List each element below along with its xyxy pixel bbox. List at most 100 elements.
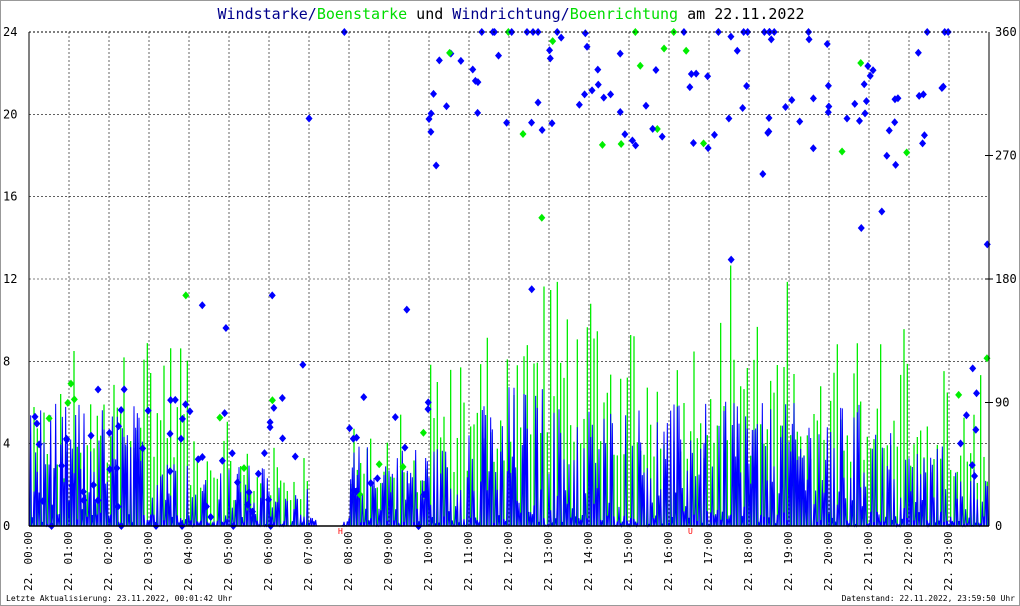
wind-direction-point: [581, 29, 589, 38]
x-tick-label: 22. 22:00: [902, 531, 915, 591]
wind-direction-point: [346, 424, 354, 433]
wind-direction-point: [401, 443, 409, 452]
wind-direction-point: [58, 461, 66, 470]
x-tick-label: 22. 19:00: [782, 531, 795, 591]
wind-direction-point: [260, 449, 268, 458]
x-tick-label: 22. 03:00: [142, 531, 155, 591]
wind-direction-point: [495, 51, 503, 60]
wind-direction-point: [658, 132, 666, 141]
x-tick-label: 22. 14:00: [582, 531, 595, 591]
wind-direction-point: [864, 61, 872, 70]
y-right-tick-label: 0: [995, 519, 1002, 533]
x-tick-label: 22. 20:00: [822, 531, 835, 591]
gust-direction-point: [419, 428, 427, 437]
y-left-tick-label: 16: [3, 190, 17, 204]
gust-direction-point: [182, 291, 190, 300]
wind-direction-point: [548, 119, 556, 128]
wind-direction-point: [588, 86, 596, 95]
gust-direction-point: [838, 147, 846, 156]
wind-direction-point: [268, 291, 276, 300]
wind-direction-point: [534, 98, 542, 107]
wind-direction-point: [233, 478, 241, 487]
wind-direction-point: [299, 360, 307, 369]
wind-direction-point: [166, 429, 174, 438]
wind-direction-point: [805, 35, 813, 44]
wind-direction-point: [914, 48, 922, 57]
gust-direction-point: [64, 398, 72, 407]
wind-direction-point: [704, 72, 712, 81]
wind-direction-point: [857, 223, 865, 232]
wind-direction-point: [710, 130, 718, 139]
x-tick-label: 22. 17:00: [702, 531, 715, 591]
wind-direction-point: [221, 409, 229, 418]
wind-direction-point: [538, 125, 546, 134]
chart-panel: Windstarke/Boenstarke und Windrichtung/B…: [0, 0, 1020, 606]
x-tick-label: 22. 23:00: [942, 531, 955, 591]
wind-direction-point: [824, 81, 832, 90]
x-tick-label: 22. 08:00: [342, 531, 355, 591]
wind-direction-point: [435, 56, 443, 65]
wind-direction-point: [245, 488, 253, 497]
gust-direction-point: [549, 37, 557, 46]
wind-direction-point: [443, 102, 451, 111]
wind-direction-point: [391, 413, 399, 422]
wind-direction-point: [809, 94, 817, 103]
wind-direction-point: [843, 114, 851, 123]
wind-direction-point: [474, 108, 482, 117]
wind-direction-point: [642, 101, 650, 110]
wind-direction-point: [270, 403, 278, 412]
wind-direction-point: [739, 103, 747, 112]
wind-direction-point: [31, 412, 39, 421]
y-left-tick-label: 24: [3, 25, 17, 39]
wind-direction-point: [891, 118, 899, 127]
gust-direction-point: [857, 59, 865, 68]
wind-direction-point: [432, 161, 440, 170]
y-left-tick-label: 20: [3, 107, 17, 121]
wind-direction-point: [809, 144, 817, 153]
wind-direction-point: [607, 90, 615, 99]
wind-direction-point: [87, 431, 95, 440]
wind-direction-point: [367, 479, 375, 488]
y-left-tick-label: 8: [3, 354, 10, 368]
wind-direction-point: [860, 80, 868, 89]
gust-direction-point: [375, 460, 383, 469]
wind-direction-point: [207, 513, 215, 522]
wind-direction-point: [825, 102, 833, 111]
wind-direction-point: [528, 118, 536, 127]
wind-direction-point: [403, 305, 411, 314]
gust-direction-point: [636, 61, 644, 70]
x-tick-label: 22. 07:00: [302, 531, 315, 591]
gust-direction-point: [682, 46, 690, 55]
gust-direction-point: [240, 464, 248, 473]
wind-direction-point: [788, 96, 796, 105]
wind-direction-point: [222, 324, 230, 333]
wind-direction-point: [885, 126, 893, 135]
x-tick-label: 22. 10:00: [422, 531, 435, 591]
y-right-tick-label: 90: [995, 396, 1009, 410]
wind-direction-point: [861, 109, 869, 118]
gust-direction-point: [45, 414, 53, 423]
wind-direction-point: [733, 46, 741, 55]
wind-direction-point: [689, 139, 697, 148]
wind-direction-point: [228, 449, 236, 458]
x-tick-label: 22. 21:00: [862, 531, 875, 591]
wind-direction-point: [616, 49, 624, 58]
wind-direction-point: [360, 393, 368, 402]
wind-direction-point: [278, 394, 286, 403]
gust-direction-point: [268, 396, 276, 405]
wind-direction-point: [305, 114, 313, 123]
x-tick-label: 22. 15:00: [622, 531, 635, 591]
wind-direction-point: [266, 418, 274, 427]
wind-direction-point: [94, 385, 102, 394]
wind-direction-point: [616, 108, 624, 117]
y-left-tick-label: 0: [3, 519, 10, 533]
wind-direction-point: [427, 127, 435, 136]
wind-direction-point: [823, 40, 831, 49]
x-tick-label: 22. 12:00: [502, 531, 515, 591]
wind-direction-point: [851, 99, 859, 108]
gust-direction-point: [955, 390, 963, 399]
wind-direction-point: [971, 471, 979, 480]
wind-direction-point: [782, 103, 790, 112]
wind-direction-point: [583, 42, 591, 51]
wind-direction-point: [575, 100, 583, 109]
